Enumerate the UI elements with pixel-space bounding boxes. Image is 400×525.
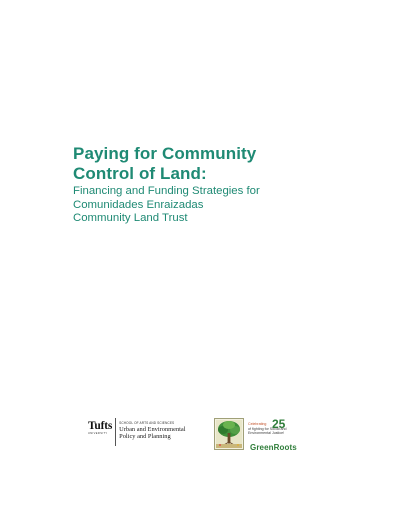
subtitle-line-1: Financing and Funding Strategies for: [73, 185, 260, 197]
tufts-wordmark: Tufts UNIVERSITY: [88, 418, 112, 436]
tufts-divider: [115, 418, 117, 446]
tufts-program-line-1: Urban and Environmental: [119, 426, 186, 433]
tufts-university: UNIVERSITY: [88, 432, 108, 435]
subtitle-line-2: Comunidades Enraizadas: [73, 198, 204, 211]
tufts-program-line-2: Policy and Planning: [119, 433, 171, 441]
subtitle: Financing and Funding Strategies for Com…: [73, 185, 373, 226]
greenroots-logo: Celebrating of fighting for Social and E…: [214, 418, 304, 454]
anniversary-number: 25: [272, 417, 286, 431]
tree-icon: [214, 418, 244, 450]
tufts-department: SCHOOL OF ARTS AND SCIENCES Urban and En…: [119, 418, 185, 440]
title-line-1: Paying for Community: [73, 144, 257, 163]
greenroots-name: GreenRoots: [250, 443, 297, 452]
tufts-logo: Tufts UNIVERSITY SCHOOL OF ARTS AND SCIE…: [88, 418, 186, 448]
cover-title-block: Paying for Community Control of Land: Fi…: [73, 144, 373, 226]
title-line-2: Control of Land:: [73, 164, 207, 183]
tufts-name: Tufts: [88, 420, 113, 432]
subtitle-line-3: Community Land Trust: [73, 212, 188, 224]
tagline-line-3: Environmental Justice!: [248, 431, 285, 436]
